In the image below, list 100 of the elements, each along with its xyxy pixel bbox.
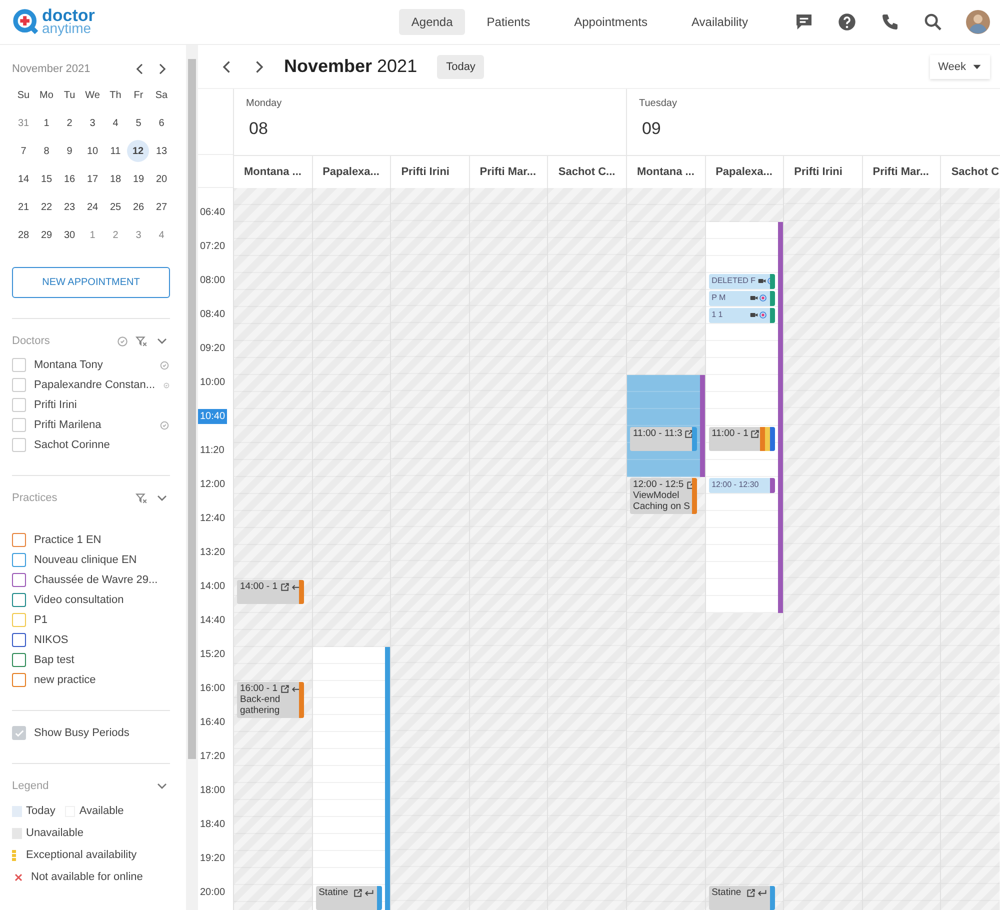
checkbox[interactable] [12, 553, 26, 567]
calendar-day[interactable]: 4 [150, 221, 173, 249]
calendar-day[interactable]: 11 [104, 137, 127, 165]
sync-icon[interactable] [116, 334, 129, 348]
appointment-card[interactable]: Statine [708, 886, 776, 910]
weekday-label: Monday [246, 98, 283, 109]
calendar-day[interactable]: 10 [81, 137, 104, 165]
calendar-day[interactable]: 27 [150, 193, 173, 221]
appointment-card[interactable]: 12:00 - 12:5 ViewModel Caching on S [630, 478, 697, 514]
calendar-day[interactable]: 3 [81, 109, 104, 137]
checkbox[interactable] [12, 653, 26, 667]
calendar-day[interactable]: 12 [127, 140, 149, 162]
calendar-day[interactable]: 26 [127, 193, 150, 221]
appointment-card[interactable]: 11:00 - 1 [708, 427, 776, 451]
checkbox[interactable] [12, 593, 26, 607]
resource-header[interactable]: Prifti Mar... [862, 155, 940, 188]
calendar-day[interactable]: 24 [81, 193, 104, 221]
calendar-day[interactable]: 1 [81, 221, 104, 249]
calendar-day[interactable]: 17 [81, 165, 104, 193]
available-period[interactable]: DELETED F P M 1 1 11:00 - 1 12:00 - 12:30 [706, 222, 784, 613]
view-dropdown[interactable]: Week [930, 54, 990, 78]
resource-header[interactable]: Sachot C [940, 155, 1000, 188]
practice-name[interactable]: NIKOS [34, 634, 68, 646]
calendar-day[interactable]: 20 [150, 165, 173, 193]
nav-tab[interactable]: Appointments [562, 9, 660, 35]
search-icon[interactable] [923, 12, 943, 32]
calendar-day[interactable]: 16 [58, 165, 81, 193]
practice-name[interactable]: Bap test [34, 654, 74, 666]
calendar-day[interactable]: 2 [104, 221, 127, 249]
resource-header[interactable]: Prifti Irini [390, 155, 469, 188]
calendar-day[interactable]: 4 [104, 109, 127, 137]
resource-header[interactable]: Sachot C... [547, 155, 626, 188]
calendar-day[interactable]: 19 [127, 165, 150, 193]
calendar-day[interactable]: 28 [12, 221, 35, 249]
available-period[interactable]: Statine [312, 647, 390, 910]
time-label: 18:40 [199, 818, 226, 832]
resource-header[interactable]: Prifti Irini [783, 155, 862, 188]
appointment-card[interactable]: 16:00 - 1 Back-end gathering [237, 682, 304, 718]
calendar-day[interactable]: 1 [35, 109, 58, 137]
calendar-day[interactable]: 13 [150, 137, 173, 165]
resource-header[interactable]: Prifti Mar... [468, 155, 548, 188]
calendar-day[interactable]: 7 [12, 137, 35, 165]
day-number: 08 [249, 119, 269, 139]
doctor-name[interactable]: Prifti Irini [34, 399, 77, 411]
checkbox[interactable] [12, 633, 26, 647]
scrollbar-thumb[interactable] [188, 59, 196, 759]
practice-name[interactable]: Video consultation [34, 594, 124, 606]
practice-name[interactable]: P1 [34, 614, 48, 626]
appointment-card[interactable]: P M [708, 291, 776, 306]
calendar-day[interactable]: 23 [58, 193, 81, 221]
doctor-name[interactable]: Montana Tony [34, 359, 103, 371]
schedule-column[interactable]: Statine [312, 188, 390, 910]
appointment-card[interactable]: Statine [316, 886, 382, 910]
calendar-day[interactable]: 9 [58, 137, 81, 165]
practice-name[interactable]: Chaussée de Wavre 29... [34, 574, 158, 586]
chat-icon[interactable] [794, 12, 814, 32]
calendar-day[interactable]: 6 [150, 109, 173, 137]
help-icon[interactable] [837, 12, 857, 32]
new-appointment-button[interactable]: NEW APPOINTMENT [12, 267, 170, 298]
calendar-day[interactable]: 3 [127, 221, 150, 249]
calendar-day[interactable]: 18 [104, 165, 127, 193]
calendar-day[interactable]: 5 [127, 109, 150, 137]
calendar-day[interactable]: 31 [12, 109, 35, 137]
calendar-day[interactable]: 2 [58, 109, 81, 137]
checkbox[interactable] [12, 533, 26, 547]
schedule-column[interactable]: 11:00 - 11:3 12:00 - 12:5 ViewModel Caching on S [626, 188, 705, 910]
appointment-card[interactable]: DELETED F [708, 274, 776, 289]
checkbox[interactable] [12, 673, 26, 687]
clear-filter-icon[interactable] [135, 334, 148, 348]
checkbox[interactable] [12, 573, 26, 587]
calendar-day[interactable]: 8 [35, 137, 58, 165]
checkbox-label[interactable]: Show Busy Periods [34, 727, 130, 739]
doctor-name[interactable]: Papalexandre Constan... [34, 379, 156, 391]
schedule-column[interactable]: DELETED F P M 1 1 11:00 - 1 12:00 - 12:30 Statine [704, 188, 784, 910]
selected-period[interactable]: 11:00 - 11:3 [626, 375, 705, 477]
appointment-card[interactable]: 11:00 - 11:3 [630, 427, 697, 451]
time-label: 10:40 [198, 409, 228, 424]
clear-filter-icon[interactable] [135, 492, 148, 504]
doctor-name[interactable]: Sachot Corinne [34, 439, 110, 451]
calendar-day[interactable]: 14 [12, 165, 35, 193]
calendar-day[interactable]: 30 [58, 221, 81, 249]
appointment-card[interactable]: 12:00 - 12:30 [708, 478, 776, 493]
calendar-day[interactable]: 25 [104, 193, 127, 221]
calendar-day[interactable]: 22 [35, 193, 58, 221]
today-button[interactable]: Today [437, 54, 484, 78]
appointment-card[interactable]: 1 1 [708, 308, 776, 323]
avatar-icon[interactable] [966, 10, 990, 34]
scrollbar[interactable] [186, 45, 198, 910]
practice-name[interactable]: Practice 1 EN [34, 534, 102, 546]
calendar-day[interactable]: 21 [12, 193, 35, 221]
nav-tab[interactable]: Patients [474, 9, 542, 35]
practice-name[interactable]: Nouveau clinique EN [34, 554, 137, 566]
nav-tab[interactable]: Availability [680, 9, 760, 35]
calendar-day[interactable]: 15 [35, 165, 58, 193]
doctor-name[interactable]: Prifti Marilena [34, 419, 102, 431]
nav-tab[interactable]: Agenda [399, 9, 465, 35]
practice-name[interactable]: new practice [34, 674, 96, 686]
appointment-card[interactable]: 14:00 - 1 [237, 580, 304, 604]
calendar-day[interactable]: 29 [35, 221, 58, 249]
phone-icon[interactable] [880, 12, 900, 32]
